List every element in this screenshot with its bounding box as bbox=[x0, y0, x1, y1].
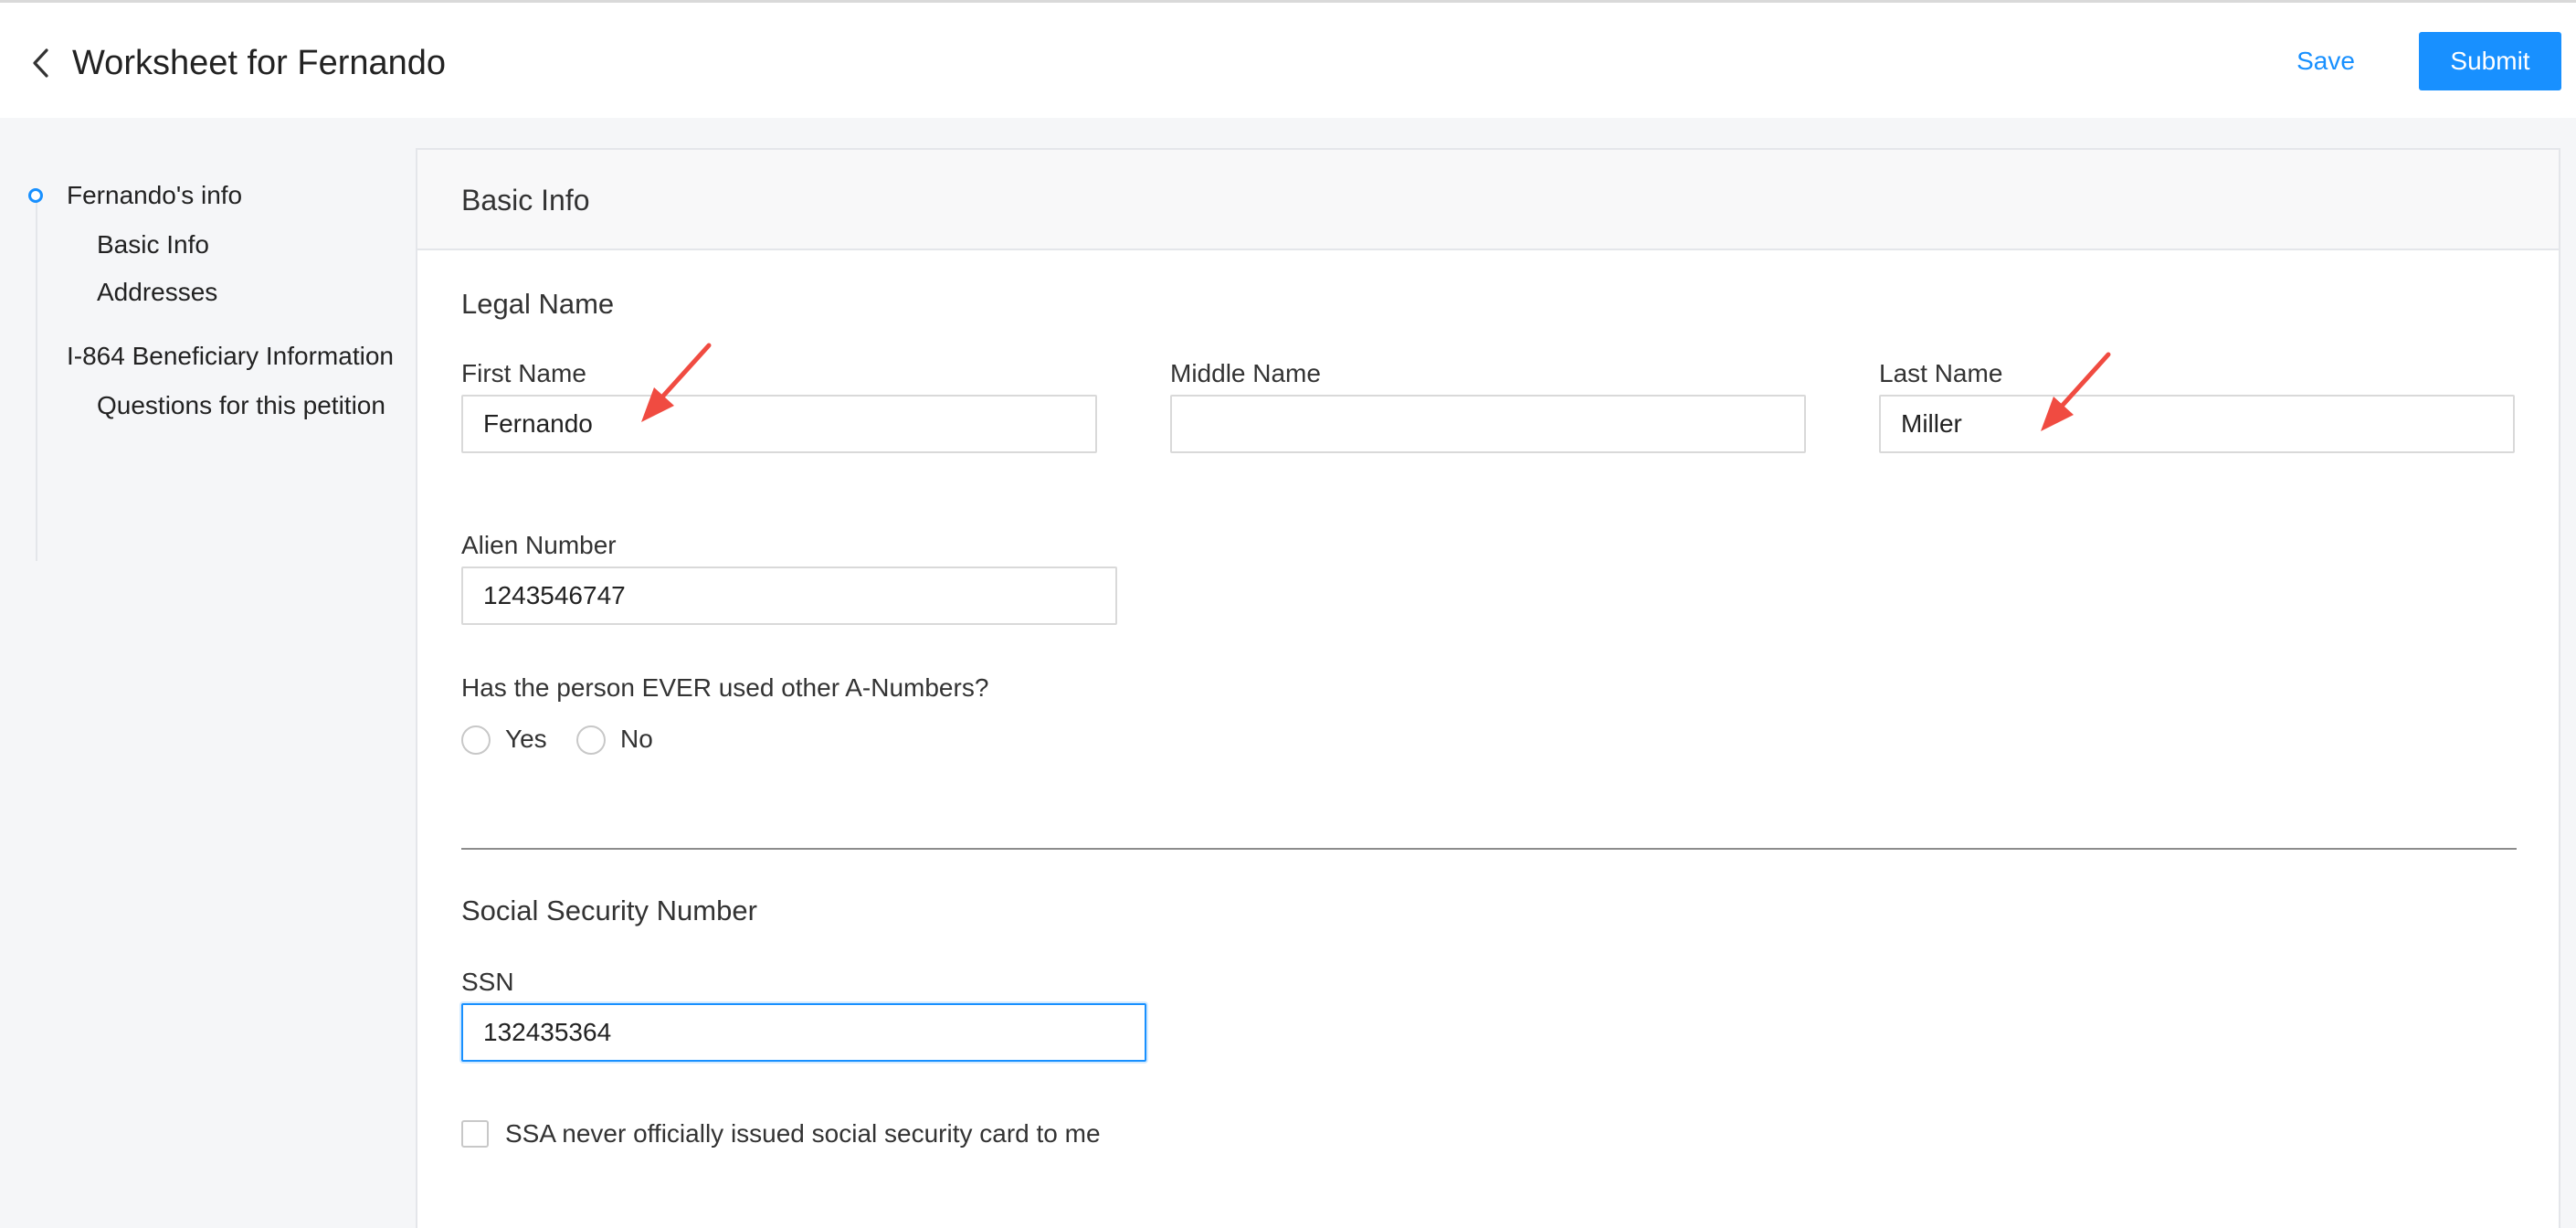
first-name-label: First Name bbox=[461, 359, 586, 387]
first-name-input[interactable] bbox=[461, 395, 1097, 453]
ssn-input[interactable] bbox=[461, 1003, 1146, 1062]
chevron-left-icon[interactable] bbox=[27, 47, 55, 79]
annotation-arrow-icon bbox=[2041, 352, 2111, 431]
sidebar-item-questions[interactable]: Questions for this petition bbox=[97, 387, 385, 424]
section-divider bbox=[461, 848, 2517, 850]
active-step-dot-icon bbox=[28, 188, 43, 203]
save-button[interactable]: Save bbox=[2280, 32, 2371, 90]
alien-number-label: Alien Number bbox=[461, 531, 617, 559]
radio-no-label[interactable]: No bbox=[620, 722, 653, 757]
sidebar-item-basic-info[interactable]: Basic Info bbox=[97, 227, 209, 263]
sidebar-rail bbox=[36, 192, 37, 561]
basic-info-card: Basic Info Legal Name First Name Middle … bbox=[416, 148, 2560, 1228]
never-issued-checkbox[interactable] bbox=[461, 1120, 489, 1148]
ssn-heading: Social Security Number bbox=[461, 895, 757, 926]
card-header: Basic Info bbox=[417, 150, 2559, 250]
legal-name-heading: Legal Name bbox=[461, 288, 615, 320]
never-issued-label[interactable]: SSA never officially issued social secur… bbox=[505, 1117, 1101, 1151]
submit-button[interactable]: Submit bbox=[2419, 32, 2561, 90]
page-header: Worksheet for Fernando Save Submit bbox=[0, 3, 2576, 118]
radio-yes-label[interactable]: Yes bbox=[505, 722, 547, 757]
sidebar-item-addresses[interactable]: Addresses bbox=[97, 274, 217, 311]
sidebar-item-fernandos-info[interactable]: Fernando's info bbox=[67, 177, 242, 214]
radio-yes[interactable] bbox=[461, 725, 491, 755]
middle-name-label: Middle Name bbox=[1170, 359, 1321, 387]
page-title: Worksheet for Fernando bbox=[72, 44, 447, 82]
card-title: Basic Info bbox=[461, 184, 590, 217]
alien-number-input[interactable] bbox=[461, 566, 1117, 625]
sidebar-item-i864-beneficiary[interactable]: I-864 Beneficiary Information bbox=[67, 338, 394, 375]
middle-name-input[interactable] bbox=[1170, 395, 1806, 453]
last-name-label: Last Name bbox=[1879, 359, 2003, 387]
annotation-arrow-icon bbox=[641, 343, 712, 422]
sidebar-nav: Fernando's info Basic Info Addresses I-8… bbox=[0, 119, 416, 1228]
radio-no[interactable] bbox=[576, 725, 606, 755]
last-name-input[interactable] bbox=[1879, 395, 2515, 453]
other-a-numbers-question: Has the person EVER used other A-Numbers… bbox=[461, 673, 989, 702]
ssn-label: SSN bbox=[461, 968, 514, 996]
